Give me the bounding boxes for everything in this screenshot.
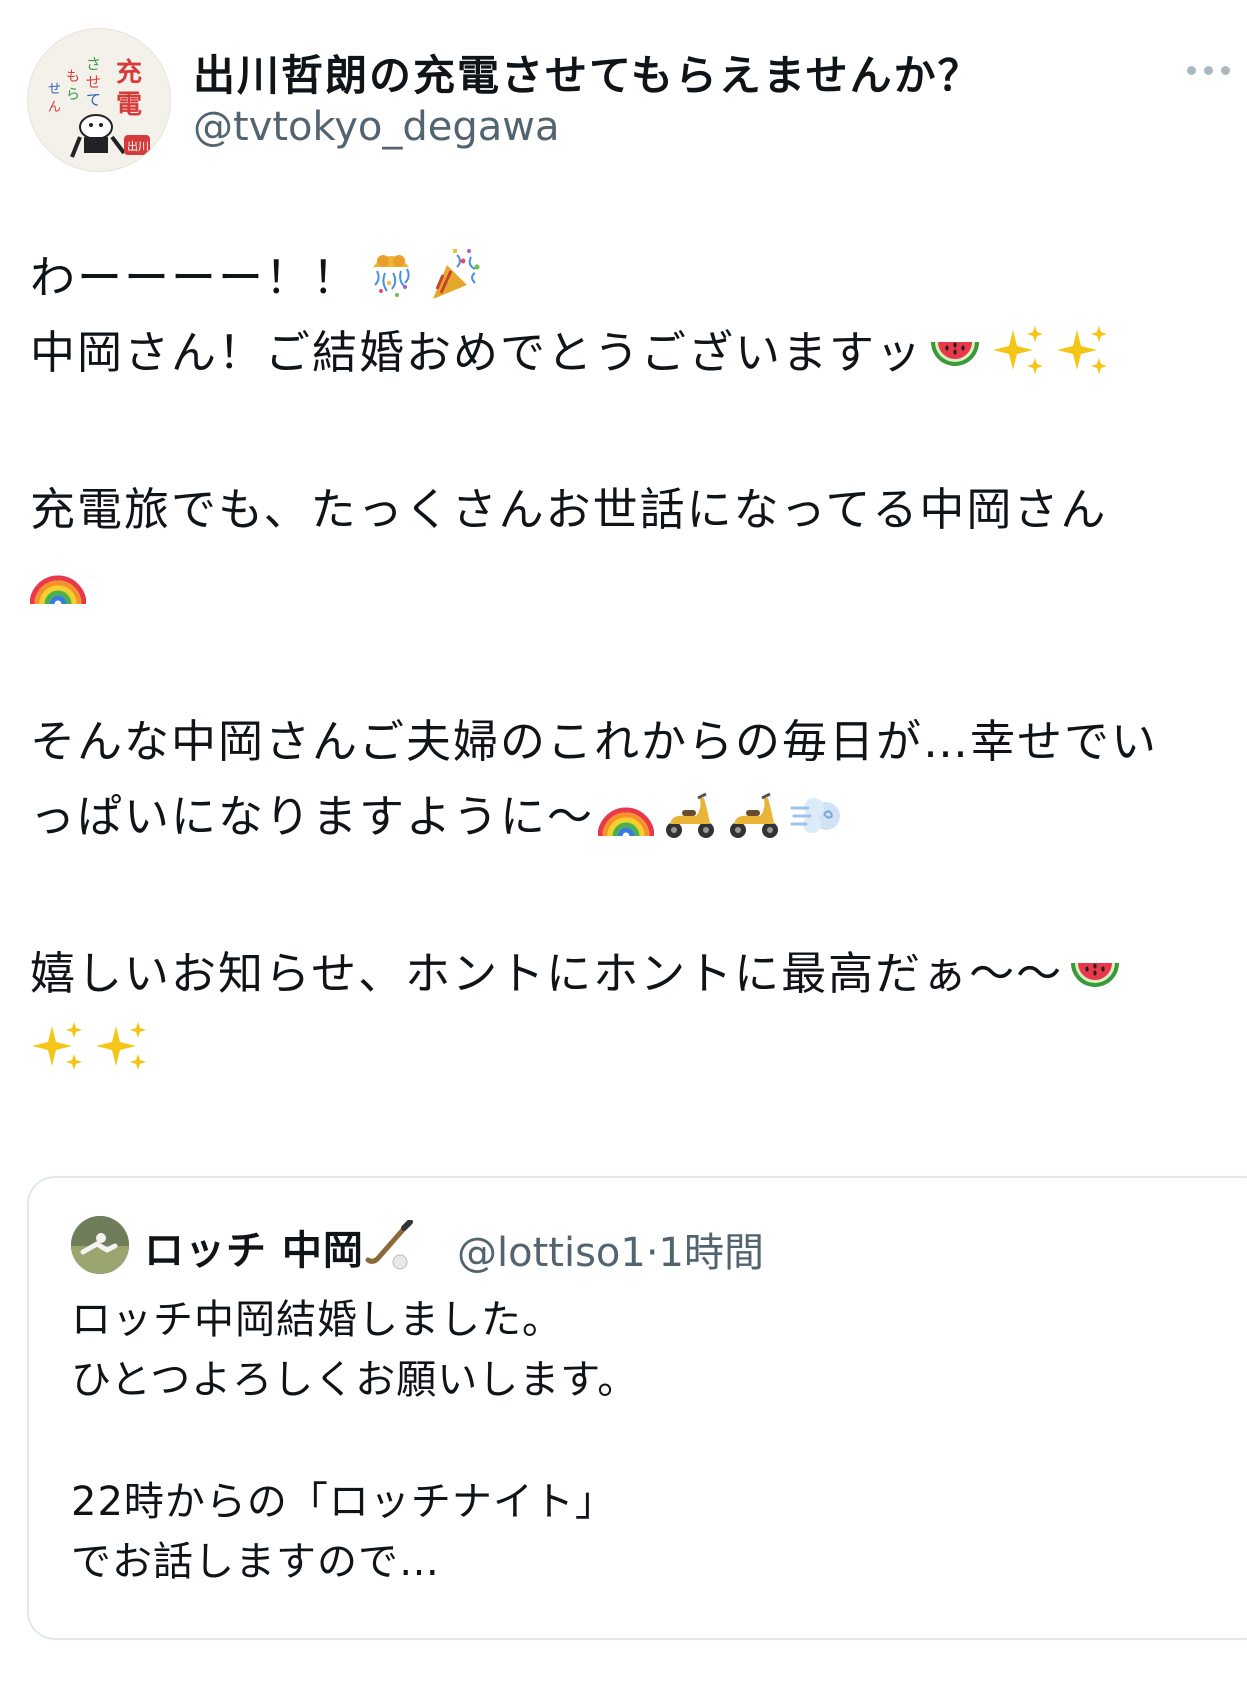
tweet-text-segment: 中岡さん！ご結婚おめでとうございますッ [30, 326, 924, 379]
user-handle[interactable]: @tvtokyo_degawa [193, 104, 560, 150]
quote-text-line: でお話しますので… [71, 1539, 440, 1585]
tweet-line: 充電旅でも、たっくさんお世話になってる中岡さん [30, 472, 1230, 547]
tweet-text: わーーーー！！ 中岡さん！ご結婚おめでとうございますッ 充電旅でも、たっくさんお… [30, 240, 1230, 1086]
sparkles-icon [1055, 322, 1111, 378]
quote-display-name[interactable]: ロッチ 中岡 [144, 1218, 416, 1276]
tweet-line: っぱいになりますように〜 [30, 779, 1230, 854]
watermelon-icon [927, 322, 983, 378]
tweet-line: そんな中岡さんご夫婦のこれからの毎日が…幸せでい [30, 704, 1230, 779]
quote-avatar-photo-icon [71, 1216, 129, 1274]
svg-text:て: て [86, 91, 101, 109]
tweet-line: 中岡さん！ご結婚おめでとうございますッ [30, 315, 1230, 390]
svg-text:ん: ん [48, 100, 61, 115]
confetti-ball-icon [363, 247, 419, 303]
party-popper-icon [427, 247, 483, 303]
field-hockey-icon [364, 1220, 416, 1272]
tweet-line [30, 1011, 1230, 1086]
tweet-line [30, 547, 1230, 622]
quote-handle[interactable]: @lottiso1 [457, 1230, 646, 1276]
rainbow-icon [30, 554, 86, 610]
tweet: 充 電 さ せ て も ら せ ん 出川 出川哲朗の充電させてもらえませんか？ … [0, 0, 1247, 1688]
tweet-line: 嬉しいお知らせ、ホントにホントに最高だぁ〜〜 [30, 936, 1230, 1011]
quote-display-name-text: ロッチ 中岡 [144, 1228, 364, 1274]
motor-scooter-icon [726, 786, 782, 842]
more-options-icon [1221, 65, 1230, 75]
more-options-icon [1204, 65, 1213, 75]
display-name[interactable]: 出川哲朗の充電させてもらえませんか？ [193, 42, 982, 103]
more-options-button[interactable] [1187, 60, 1247, 80]
svg-text:せ: せ [86, 73, 101, 91]
svg-text:さ: さ [86, 55, 101, 73]
sparkles-icon [991, 322, 1047, 378]
svg-text:電: 電 [116, 90, 142, 120]
svg-text:も: も [66, 69, 80, 85]
motor-scooter-icon [662, 786, 718, 842]
quote-text: ロッチ中岡結婚しました。 ひとつよろしくお願いします。 22時からの「ロッチナイ… [71, 1290, 638, 1592]
tweet-line: わーーーー！！ [30, 240, 1230, 315]
quote-tweet-card[interactable]: ロッチ 中岡 @lottiso1·1時間 ロッチ中岡結婚しました。 ひとつよろし… [27, 1176, 1247, 1640]
watermelon-icon [1067, 943, 1123, 999]
quote-meta: @lottiso1·1時間 [457, 1220, 764, 1278]
svg-text:充: 充 [116, 57, 142, 88]
svg-text:せ: せ [48, 82, 61, 97]
tweet-text-segment: 充電旅でも、たっくさんお世話になってる中岡さん [30, 483, 1108, 536]
dashing-away-icon [790, 786, 846, 842]
quote-avatar[interactable] [71, 1216, 129, 1274]
svg-text:ら: ら [66, 87, 80, 103]
quote-timestamp[interactable]: 1時間 [659, 1230, 764, 1276]
avatar[interactable]: 充 電 さ せ て も ら せ ん 出川 [27, 28, 171, 172]
svg-text:出川: 出川 [127, 139, 149, 153]
tweet-text-segment: そんな中岡さんご夫婦のこれからの毎日が…幸せでい [30, 715, 1159, 768]
tweet-text-segment: わーーーー！！ [30, 251, 360, 304]
sparkles-icon [30, 1018, 86, 1074]
tweet-text-segment: 嬉しいお知らせ、ホントにホントに最高だぁ〜〜 [30, 947, 1064, 1000]
program-logo-avatar-icon: 充 電 さ せ て も ら せ ん 出川 [28, 29, 170, 171]
quote-text-line: ひとつよろしくお願いします。 [71, 1357, 639, 1403]
rainbow-icon [598, 786, 655, 842]
tweet-text-segment: っぱいになりますように〜 [30, 790, 595, 843]
quote-text-line: ロッチ中岡結婚しました。 [71, 1297, 563, 1343]
more-options-icon [1187, 65, 1196, 75]
quote-text-line: 22時からの「ロッチナイト」 [71, 1479, 616, 1525]
meta-separator: · [645, 1230, 659, 1276]
sparkles-icon [94, 1018, 150, 1074]
